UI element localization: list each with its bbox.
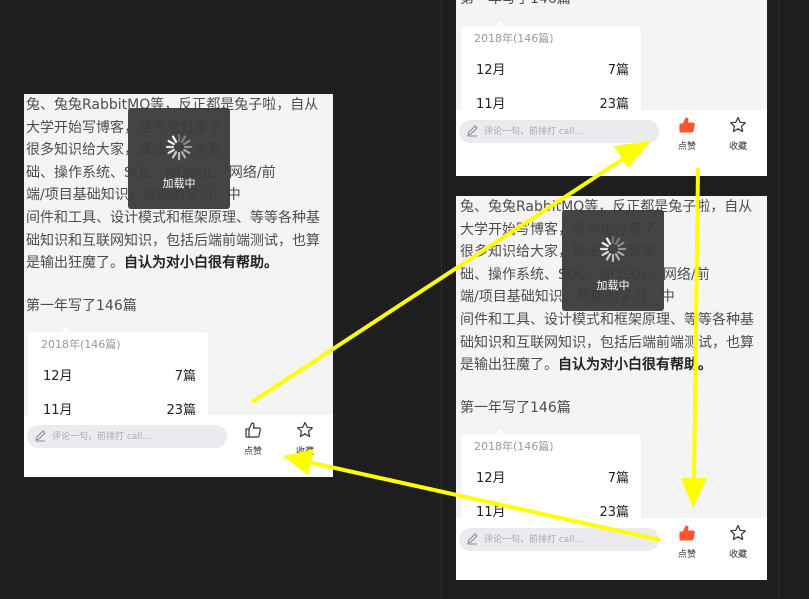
arrow-top-right-to-bottom-right <box>681 167 707 508</box>
arrow-left-to-top-right <box>250 141 651 404</box>
annotation-arrows <box>250 141 707 542</box>
arrow-bottom-right-to-left <box>283 449 661 542</box>
